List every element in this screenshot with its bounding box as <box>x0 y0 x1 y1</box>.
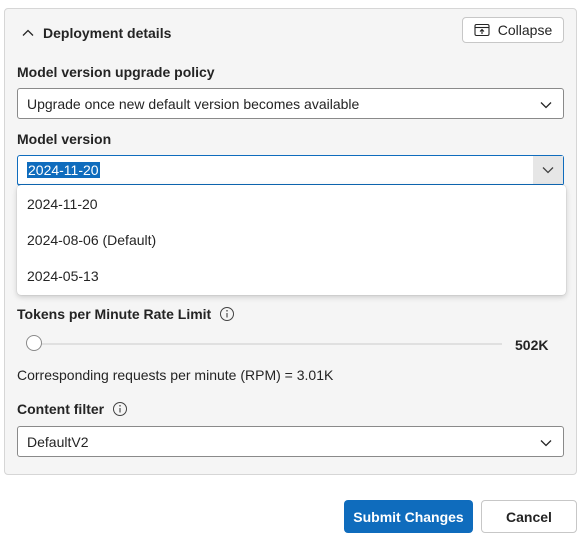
section-title: Deployment details <box>43 25 172 41</box>
section-toggle[interactable]: Deployment details <box>21 21 171 45</box>
rate-limit-slider-track[interactable] <box>38 343 502 345</box>
chevron-up-icon <box>22 29 34 36</box>
collapse-label: Collapse <box>497 22 553 38</box>
collapse-panel-icon <box>474 23 490 37</box>
chevron-down-icon <box>540 102 552 109</box>
chevron-down-icon <box>542 167 554 174</box>
model-version-label-text: Model version <box>17 131 112 147</box>
model-version-option[interactable]: 2024-08-06 (Default) <box>27 230 156 250</box>
info-icon[interactable] <box>219 306 235 322</box>
model-version-select[interactable]: 2024-11-20 <box>17 155 564 186</box>
upgrade-policy-label-text: Model version upgrade policy <box>17 64 215 80</box>
model-version-option[interactable]: 2024-05-13 <box>27 266 99 286</box>
model-version-label: Model version <box>17 131 111 147</box>
rate-limit-label: Tokens per Minute Rate Limit <box>17 306 235 322</box>
info-icon[interactable] <box>112 401 128 417</box>
upgrade-policy-value: Upgrade once new default version becomes… <box>27 95 360 112</box>
rate-limit-label-text: Tokens per Minute Rate Limit <box>17 306 212 322</box>
deployment-details-panel: Deployment details Collapse Model versio… <box>4 8 577 475</box>
model-version-dropdown-button[interactable] <box>533 156 563 184</box>
content-filter-label-text: Content filter <box>17 401 105 417</box>
submit-changes-button[interactable]: Submit Changes <box>344 500 473 533</box>
chevron-down-icon <box>540 440 552 447</box>
cancel-button[interactable]: Cancel <box>481 500 577 533</box>
content-filter-select[interactable]: DefaultV2 <box>17 426 564 457</box>
rate-limit-value: 502K <box>515 337 549 353</box>
model-version-option[interactable]: 2024-11-20 <box>27 194 98 214</box>
upgrade-policy-select[interactable]: Upgrade once new default version becomes… <box>17 88 564 119</box>
content-filter-value: DefaultV2 <box>27 433 89 450</box>
upgrade-policy-label: Model version upgrade policy <box>17 64 215 80</box>
collapse-button[interactable]: Collapse <box>462 17 564 43</box>
rpm-text: Corresponding requests per minute (RPM) … <box>17 367 334 383</box>
model-version-value: 2024-11-20 <box>27 162 100 178</box>
rate-limit-slider-thumb[interactable] <box>26 335 42 351</box>
content-filter-label: Content filter <box>17 401 128 417</box>
model-version-dropdown-list: 2024-11-20 2024-08-06 (Default) 2024-05-… <box>17 185 566 295</box>
